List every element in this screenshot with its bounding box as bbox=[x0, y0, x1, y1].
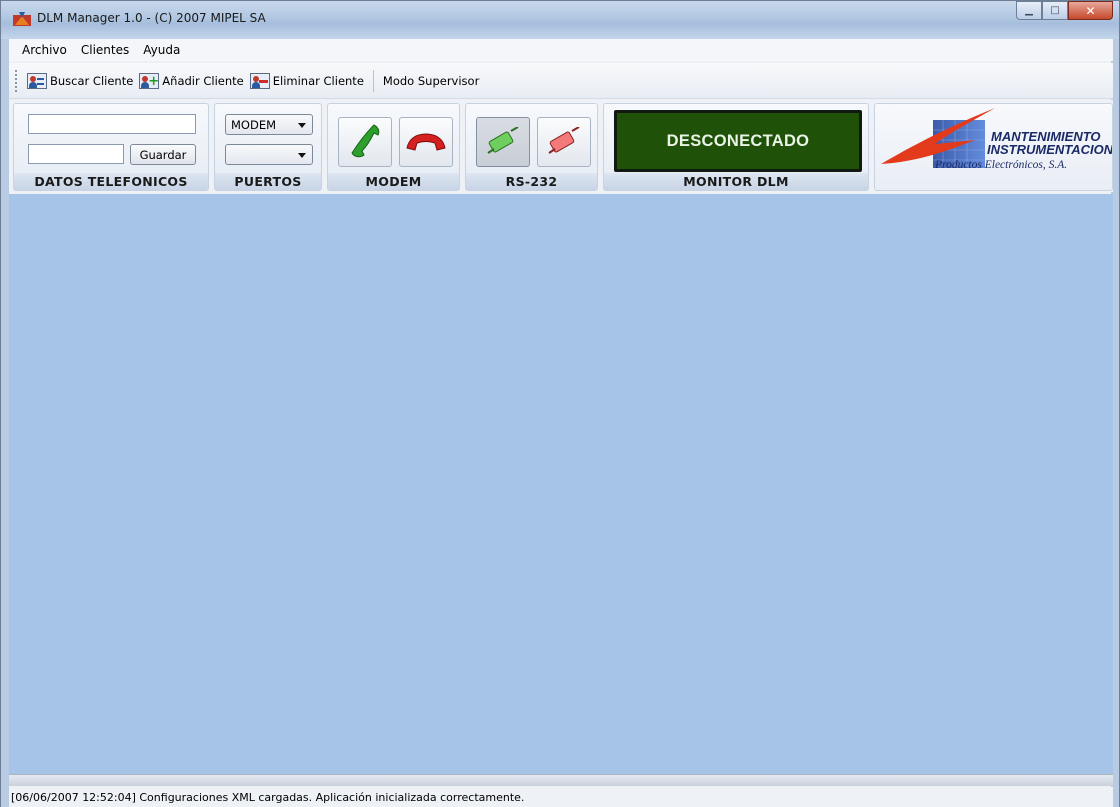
modo-supervisor-label: Modo Supervisor bbox=[382, 73, 480, 88]
maximize-button[interactable]: □ bbox=[1042, 1, 1068, 20]
monitor-dlm-group: DESCONECTADO MONITOR DLM bbox=[603, 103, 869, 191]
status-message: [06/06/2007 12:52:04] Configuraciones XM… bbox=[11, 790, 525, 804]
menu-bar: Archivo Clientes Ayuda bbox=[9, 39, 1113, 61]
buscar-cliente-label: Buscar Cliente bbox=[50, 73, 134, 88]
buscar-cliente-button[interactable]: Buscar Cliente bbox=[24, 72, 136, 89]
company-logo: MANTENIMIENTO INSTRUMENTACION Productos … bbox=[874, 103, 1114, 191]
window-frame-left bbox=[1, 39, 9, 807]
client-name-input[interactable] bbox=[28, 144, 124, 164]
app-window: DLM Manager 1.0 - (C) 2007 MIPEL SA ▁ □ … bbox=[0, 0, 1120, 807]
logo-line2: INSTRUMENTACION bbox=[987, 142, 1112, 157]
remove-user-icon bbox=[249, 72, 270, 89]
toolbar: Buscar Cliente + Añadir Cliente Eliminar… bbox=[9, 63, 1113, 99]
phone-number-input[interactable] bbox=[28, 114, 196, 134]
title-bar: DLM Manager 1.0 - (C) 2007 MIPEL SA ▁ □ … bbox=[1, 1, 1119, 39]
serial-disconnect-icon bbox=[548, 127, 580, 154]
add-user-icon: + bbox=[139, 72, 160, 89]
menu-archivo[interactable]: Archivo bbox=[15, 43, 74, 57]
modem-label: MODEM bbox=[328, 173, 459, 190]
port-type-value: MODEM bbox=[231, 117, 277, 132]
mipel-logo-image: MANTENIMIENTO INSTRUMENTACION Productos … bbox=[881, 108, 1114, 171]
close-button[interactable]: ✕ bbox=[1068, 1, 1113, 20]
menu-clientes[interactable]: Clientes bbox=[74, 43, 136, 57]
datos-telefonicos-label: DATOS TELEFONICOS bbox=[14, 173, 208, 190]
toolbar-grip[interactable] bbox=[15, 69, 18, 92]
window-controls: ▁ □ ✕ bbox=[1016, 1, 1113, 20]
app-icon bbox=[13, 12, 31, 26]
rs232-connect-button[interactable] bbox=[476, 117, 530, 167]
modem-hangup-button[interactable] bbox=[399, 117, 453, 167]
chevron-down-icon bbox=[298, 153, 306, 158]
rs232-group: RS-232 bbox=[465, 103, 598, 191]
eliminar-cliente-button[interactable]: Eliminar Cliente bbox=[247, 72, 367, 89]
window-title: DLM Manager 1.0 - (C) 2007 MIPEL SA bbox=[37, 11, 266, 25]
status-bar: [06/06/2007 12:52:04] Configuraciones XM… bbox=[9, 787, 1113, 807]
guardar-button[interactable]: Guardar bbox=[130, 144, 196, 165]
rs232-label: RS-232 bbox=[466, 173, 597, 190]
main-workspace bbox=[9, 194, 1113, 774]
modem-connect-button[interactable] bbox=[338, 117, 392, 167]
phone-pickup-icon bbox=[351, 124, 380, 158]
puertos-label: PUERTOS bbox=[215, 173, 321, 190]
menu-ayuda[interactable]: Ayuda bbox=[136, 43, 187, 57]
modo-supervisor-button[interactable]: Modo Supervisor bbox=[380, 74, 482, 88]
minimize-button[interactable]: ▁ bbox=[1016, 1, 1042, 20]
serial-connect-icon bbox=[487, 127, 519, 154]
anadir-cliente-button[interactable]: + Añadir Cliente bbox=[136, 72, 246, 89]
com-port-select[interactable] bbox=[225, 144, 313, 165]
port-type-select[interactable]: MODEM bbox=[225, 114, 313, 135]
eliminar-cliente-label: Eliminar Cliente bbox=[272, 73, 364, 88]
connection-status-display: DESCONECTADO bbox=[614, 110, 862, 172]
phone-hangup-icon bbox=[406, 133, 446, 151]
puertos-group: MODEM PUERTOS bbox=[214, 103, 322, 191]
chevron-down-icon bbox=[298, 123, 306, 128]
control-panel-strip: Guardar DATOS TELEFONICOS MODEM PUERTOS bbox=[9, 100, 1114, 192]
datos-telefonicos-group: Guardar DATOS TELEFONICOS bbox=[13, 103, 209, 191]
logo-line3: Productos Electrónicos, S.A. bbox=[934, 159, 1067, 171]
anadir-cliente-label: Añadir Cliente bbox=[162, 73, 244, 88]
horizontal-scrollbar[interactable] bbox=[9, 774, 1113, 786]
modem-group: MODEM bbox=[327, 103, 460, 191]
rs232-disconnect-button[interactable] bbox=[537, 117, 591, 167]
search-user-icon bbox=[27, 72, 47, 89]
toolbar-separator bbox=[372, 69, 374, 92]
monitor-dlm-label: MONITOR DLM bbox=[604, 173, 868, 190]
